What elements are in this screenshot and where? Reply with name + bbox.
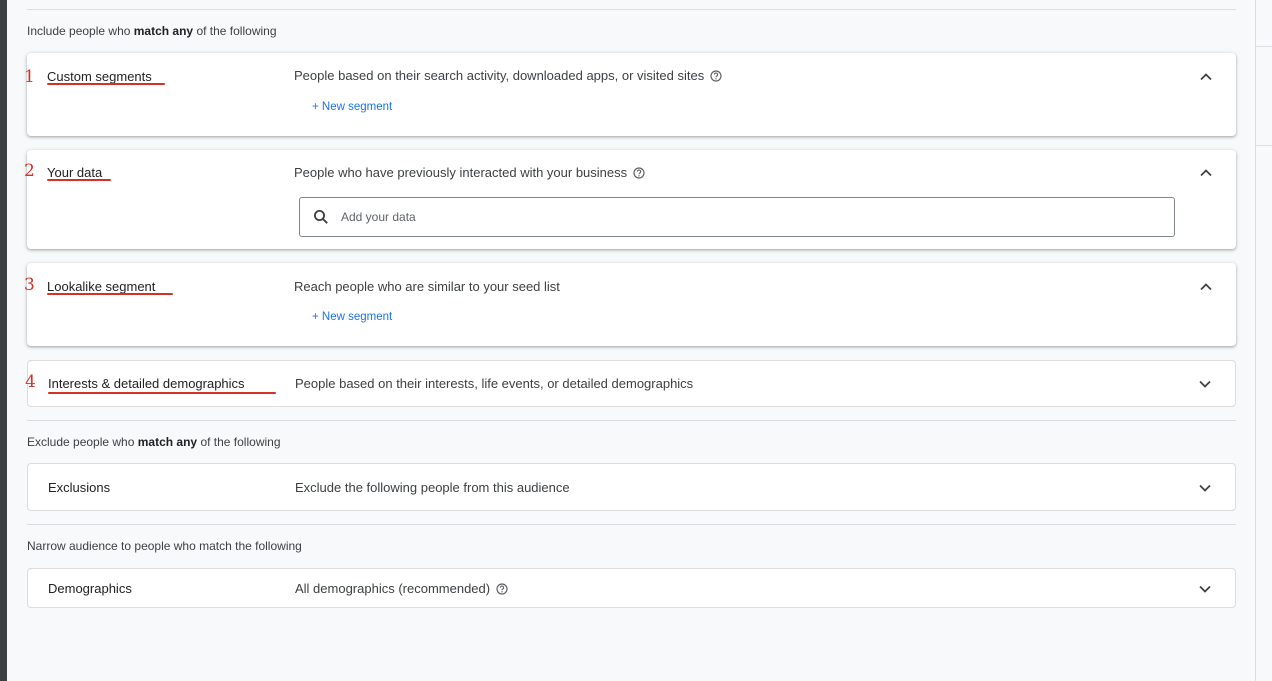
- exclusions-title[interactable]: Exclusions: [48, 480, 110, 495]
- lookalike-segment-card: 3 Lookalike segment Reach people who are…: [24, 263, 1236, 346]
- chevron-up-icon[interactable]: [1198, 69, 1214, 85]
- right-panel-divider: [1256, 145, 1272, 146]
- new-segment-button[interactable]: + New segment: [312, 311, 392, 323]
- annotation-number-2: 2: [24, 161, 35, 181]
- interests-demographics-title[interactable]: Interests & detailed demographics: [48, 376, 245, 391]
- include-label: Include people who match any of the foll…: [27, 24, 277, 38]
- right-panel-divider: [1256, 46, 1272, 47]
- left-edge-bar: [0, 0, 7, 681]
- top-divider: [27, 9, 1236, 10]
- chevron-down-icon[interactable]: [1197, 480, 1213, 496]
- add-your-data-field[interactable]: [299, 197, 1175, 237]
- annotation-underline: [48, 392, 276, 394]
- demographics-description: All demographics (recommended): [295, 581, 508, 596]
- annotation-number-3: 3: [24, 275, 35, 295]
- lookalike-segment-description: Reach people who are similar to your see…: [294, 279, 560, 294]
- search-icon: [314, 210, 328, 224]
- interests-demographics-card[interactable]: 4 Interests & detailed demographics Peop…: [25, 360, 1236, 407]
- narrow-label: Narrow audience to people who match the …: [27, 539, 302, 553]
- add-your-data-input[interactable]: [339, 209, 1143, 225]
- annotation-underline: [47, 83, 165, 85]
- annotation-number-1: 1: [24, 67, 35, 87]
- annotation-number-4: 4: [25, 372, 36, 392]
- custom-segments-description: People based on their search activity, d…: [294, 68, 722, 83]
- your-data-card: 2 Your data People who have previously i…: [24, 150, 1236, 249]
- section-divider: [27, 524, 1236, 525]
- demographics-card[interactable]: Demographics All demographics (recommend…: [27, 568, 1236, 608]
- right-side-panel: [1255, 0, 1272, 681]
- section-divider: [27, 420, 1236, 421]
- custom-segments-card: 1 Custom segments People based on their …: [24, 53, 1236, 136]
- chevron-up-icon[interactable]: [1198, 279, 1214, 295]
- help-circle-icon[interactable]: [710, 69, 722, 82]
- your-data-title[interactable]: Your data: [47, 165, 102, 180]
- demographics-title[interactable]: Demographics: [48, 581, 132, 596]
- chevron-down-icon[interactable]: [1197, 581, 1213, 597]
- annotation-underline: [47, 293, 173, 295]
- custom-segments-title[interactable]: Custom segments: [47, 69, 152, 84]
- exclude-label: Exclude people who match any of the foll…: [27, 435, 281, 449]
- your-data-description: People who have previously interacted wi…: [294, 165, 645, 180]
- chevron-up-icon[interactable]: [1198, 165, 1214, 181]
- exclusions-description: Exclude the following people from this a…: [295, 480, 570, 495]
- audience-panel: Include people who match any of the foll…: [7, 0, 1255, 681]
- interests-demographics-description: People based on their interests, life ev…: [295, 376, 694, 391]
- exclusions-card[interactable]: Exclusions Exclude the following people …: [27, 463, 1236, 511]
- lookalike-segment-title[interactable]: Lookalike segment: [47, 279, 155, 294]
- new-segment-button[interactable]: + New segment: [312, 101, 392, 113]
- help-circle-icon[interactable]: [633, 166, 645, 179]
- help-circle-icon[interactable]: [496, 582, 508, 595]
- annotation-underline: [47, 179, 111, 181]
- chevron-down-icon[interactable]: [1197, 376, 1213, 392]
